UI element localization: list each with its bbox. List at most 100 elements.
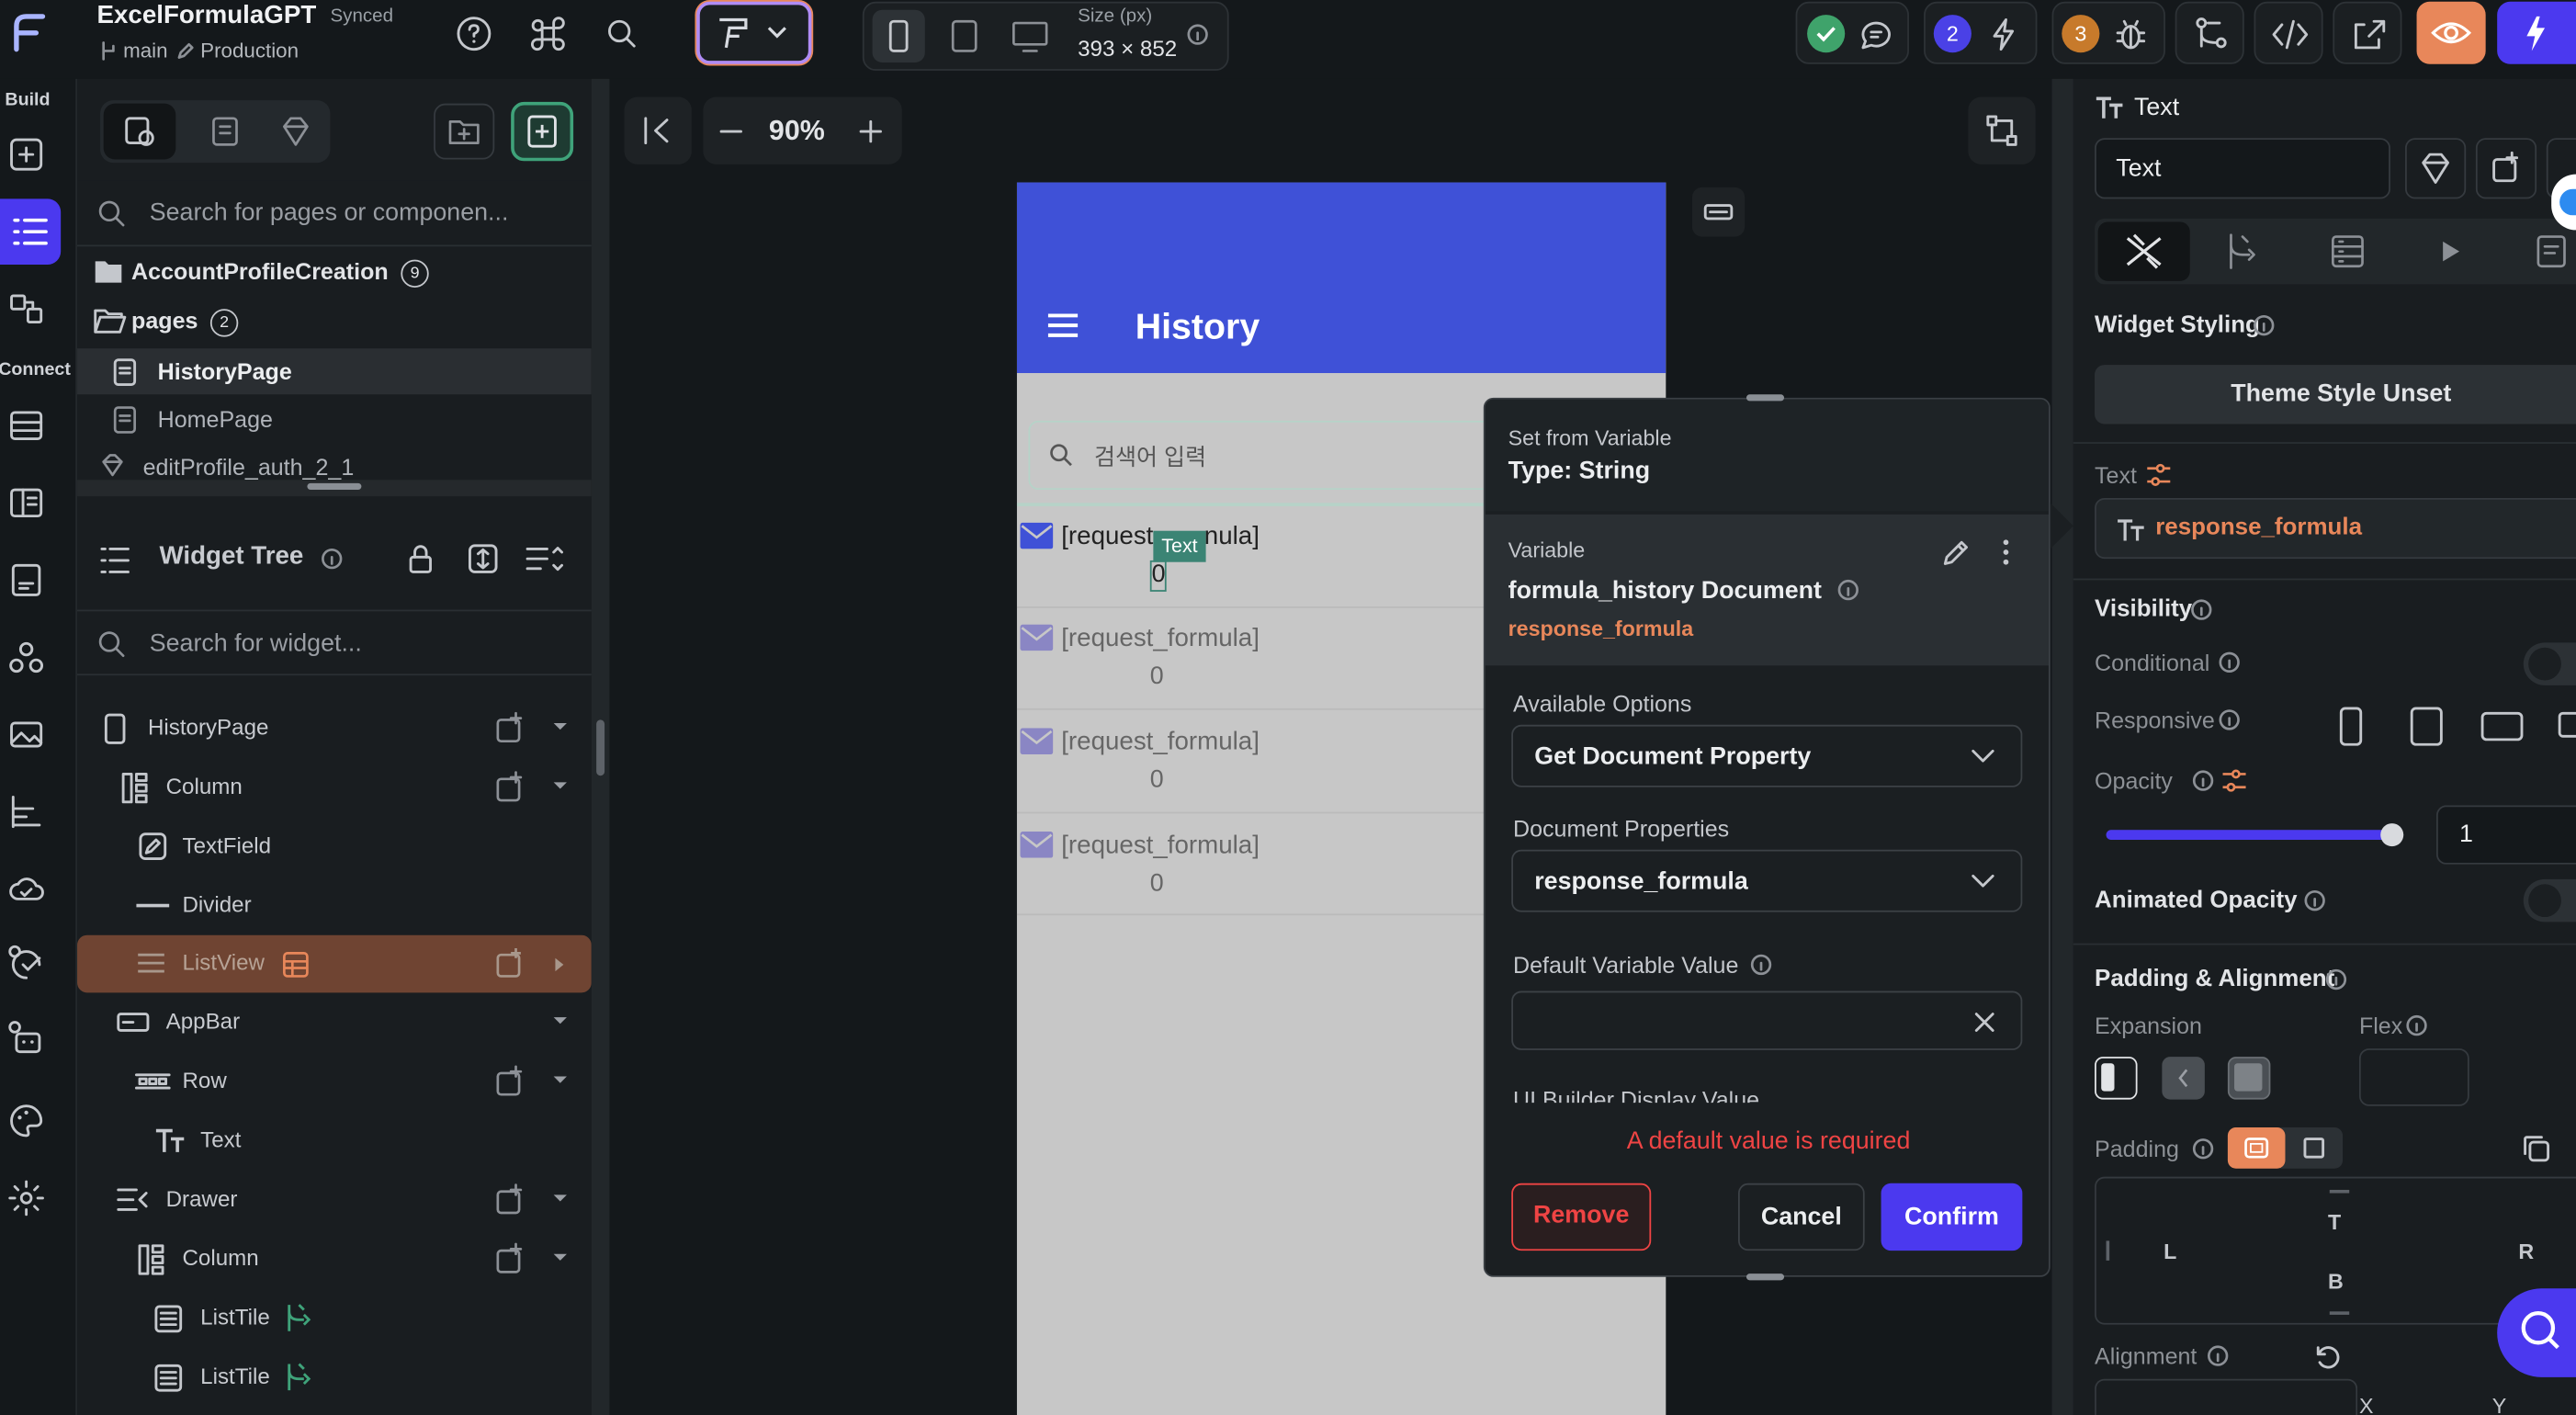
page-search-input[interactable]: Search for pages or componen... xyxy=(150,198,509,226)
backend-query-tab[interactable] xyxy=(2326,230,2368,273)
robot-icon[interactable] xyxy=(6,1019,46,1058)
alignment-grid[interactable] xyxy=(2095,1378,2358,1415)
selected-text-widget[interactable]: 0 xyxy=(1149,560,1167,592)
bugs-group[interactable]: 3 xyxy=(2051,1,2165,64)
tablet-landscape-visibility-icon[interactable] xyxy=(2479,708,2525,744)
phone-visibility-icon[interactable] xyxy=(2336,707,2366,746)
lock-icon[interactable] xyxy=(402,540,438,576)
tree-options-icon[interactable] xyxy=(524,540,564,576)
chevron-down-icon[interactable] xyxy=(552,1015,569,1028)
library-tab[interactable] xyxy=(275,110,317,153)
padding-top-label[interactable]: T xyxy=(2328,1209,2341,1234)
animations-tab[interactable] xyxy=(2428,230,2470,273)
confirm-button[interactable]: Confirm xyxy=(1881,1183,2023,1251)
mode-switcher-button[interactable] xyxy=(696,1,812,64)
ai-agents-icon[interactable] xyxy=(6,944,46,983)
zoom-out-icon[interactable] xyxy=(717,117,746,146)
widget-search-bar[interactable]: Search for widget... xyxy=(77,609,592,676)
chevron-down-icon[interactable] xyxy=(552,1252,569,1265)
wrap-widget-button[interactable] xyxy=(2475,138,2537,199)
settings-icon[interactable] xyxy=(6,1178,46,1217)
padding-right-label[interactable]: R xyxy=(2518,1240,2534,1264)
expansion-expanded-button[interactable] xyxy=(2227,1057,2271,1100)
page-item-home[interactable]: HomePage xyxy=(77,396,592,442)
more-options-icon[interactable] xyxy=(1993,536,2019,569)
run-button[interactable] xyxy=(2497,1,2576,64)
zoom-in-icon[interactable] xyxy=(856,117,886,146)
pages-tab[interactable] xyxy=(103,103,176,160)
add-child-icon[interactable] xyxy=(494,946,527,979)
page-search-bar[interactable]: Search for pages or componen... xyxy=(77,180,592,247)
remove-button[interactable]: Remove xyxy=(1511,1183,1652,1251)
padding-left-label[interactable]: L xyxy=(2164,1240,2176,1264)
tablet-visibility-icon[interactable] xyxy=(2407,705,2446,748)
animated-opacity-toggle[interactable] xyxy=(2523,878,2576,923)
folder-account-profile-creation[interactable]: AccountProfileCreation 9 xyxy=(77,248,592,296)
add-page-button[interactable] xyxy=(511,101,574,162)
padding-all-sides-button[interactable] xyxy=(2227,1126,2286,1169)
cancel-button[interactable]: Cancel xyxy=(1737,1183,1865,1251)
opacity-slider-thumb[interactable] xyxy=(2380,823,2404,847)
popup-drag-handle-top[interactable] xyxy=(1746,394,1785,402)
chevron-down-icon[interactable] xyxy=(552,1075,569,1088)
database-icon[interactable] xyxy=(6,406,46,446)
expansion-default-button[interactable] xyxy=(2095,1057,2138,1100)
add-child-icon[interactable] xyxy=(494,771,527,804)
add-child-icon[interactable] xyxy=(494,1183,527,1217)
opacity-value[interactable]: 1 xyxy=(2459,821,2473,848)
zoom-level[interactable]: 90% xyxy=(769,115,825,148)
widget-tree-nav[interactable] xyxy=(0,198,62,265)
issues-group[interactable]: 2 xyxy=(1924,1,2038,64)
tree-node-text[interactable]: Text xyxy=(77,1113,592,1169)
menu-icon[interactable] xyxy=(1045,311,1080,340)
tree-node-drawer-column[interactable]: Column xyxy=(77,1231,592,1287)
tree-node-appbar[interactable]: AppBar xyxy=(77,994,592,1050)
canvas-options-button[interactable] xyxy=(1968,96,2036,164)
tree-node-divider[interactable]: Divider xyxy=(77,877,592,934)
status-group[interactable] xyxy=(1795,1,1909,64)
flex-input[interactable] xyxy=(2358,1048,2469,1106)
image-assets-icon[interactable] xyxy=(6,715,46,754)
conditional-toggle[interactable] xyxy=(2523,642,2576,685)
add-folder-button[interactable] xyxy=(434,103,495,160)
branching-button[interactable] xyxy=(2175,1,2244,64)
widget-name-value[interactable]: Text xyxy=(2116,154,2161,182)
folder-pages[interactable]: pages 2 xyxy=(77,298,592,345)
tablet-device-button[interactable] xyxy=(938,10,990,62)
collapse-panel-button[interactable] xyxy=(624,96,692,164)
resizer-handle[interactable] xyxy=(596,719,605,776)
properties-tab[interactable] xyxy=(2097,221,2190,281)
opacity-input[interactable]: 1 xyxy=(2436,805,2576,865)
tree-node-history-page[interactable]: HistoryPage xyxy=(77,700,592,756)
page-item-edit-profile[interactable]: editProfile_auth_2_1 xyxy=(77,444,592,480)
storyboard-icon[interactable] xyxy=(6,289,46,329)
default-value-input[interactable] xyxy=(1511,990,2023,1050)
save-as-component-button[interactable] xyxy=(2405,138,2467,199)
components-icon[interactable] xyxy=(6,638,46,677)
preview-button[interactable] xyxy=(2416,1,2486,64)
variable-settings-icon[interactable] xyxy=(2220,767,2249,794)
panel-splitter[interactable] xyxy=(77,480,592,497)
api-calls-icon[interactable] xyxy=(6,483,46,523)
variable-settings-icon[interactable] xyxy=(2144,462,2174,489)
copy-icon[interactable] xyxy=(2520,1132,2553,1165)
widget-name-field[interactable]: Text xyxy=(2095,138,2390,199)
actions-tab[interactable] xyxy=(2223,230,2265,273)
padding-uniform-button[interactable] xyxy=(2285,1127,2343,1169)
phone-device-button[interactable] xyxy=(872,9,925,62)
splitter-handle[interactable] xyxy=(307,482,362,491)
widget-tag-button[interactable] xyxy=(1691,187,1746,237)
text-value-field[interactable]: response_formula xyxy=(2095,497,2576,560)
open-external-button[interactable] xyxy=(2333,1,2402,64)
add-child-icon[interactable] xyxy=(494,1065,527,1098)
add-child-icon[interactable] xyxy=(494,1242,527,1275)
edit-icon[interactable] xyxy=(1940,536,1973,569)
expansion-flexible-button[interactable] xyxy=(2162,1057,2205,1100)
chevron-down-icon[interactable] xyxy=(552,781,569,794)
cloud-icon[interactable] xyxy=(6,869,46,909)
available-options-dropdown[interactable]: Get Document Property xyxy=(1511,724,2023,787)
tree-node-listtile[interactable]: ListTile xyxy=(77,1349,592,1405)
command-icon[interactable] xyxy=(529,15,567,52)
components-tab[interactable] xyxy=(206,110,248,153)
search-icon[interactable] xyxy=(603,15,640,52)
